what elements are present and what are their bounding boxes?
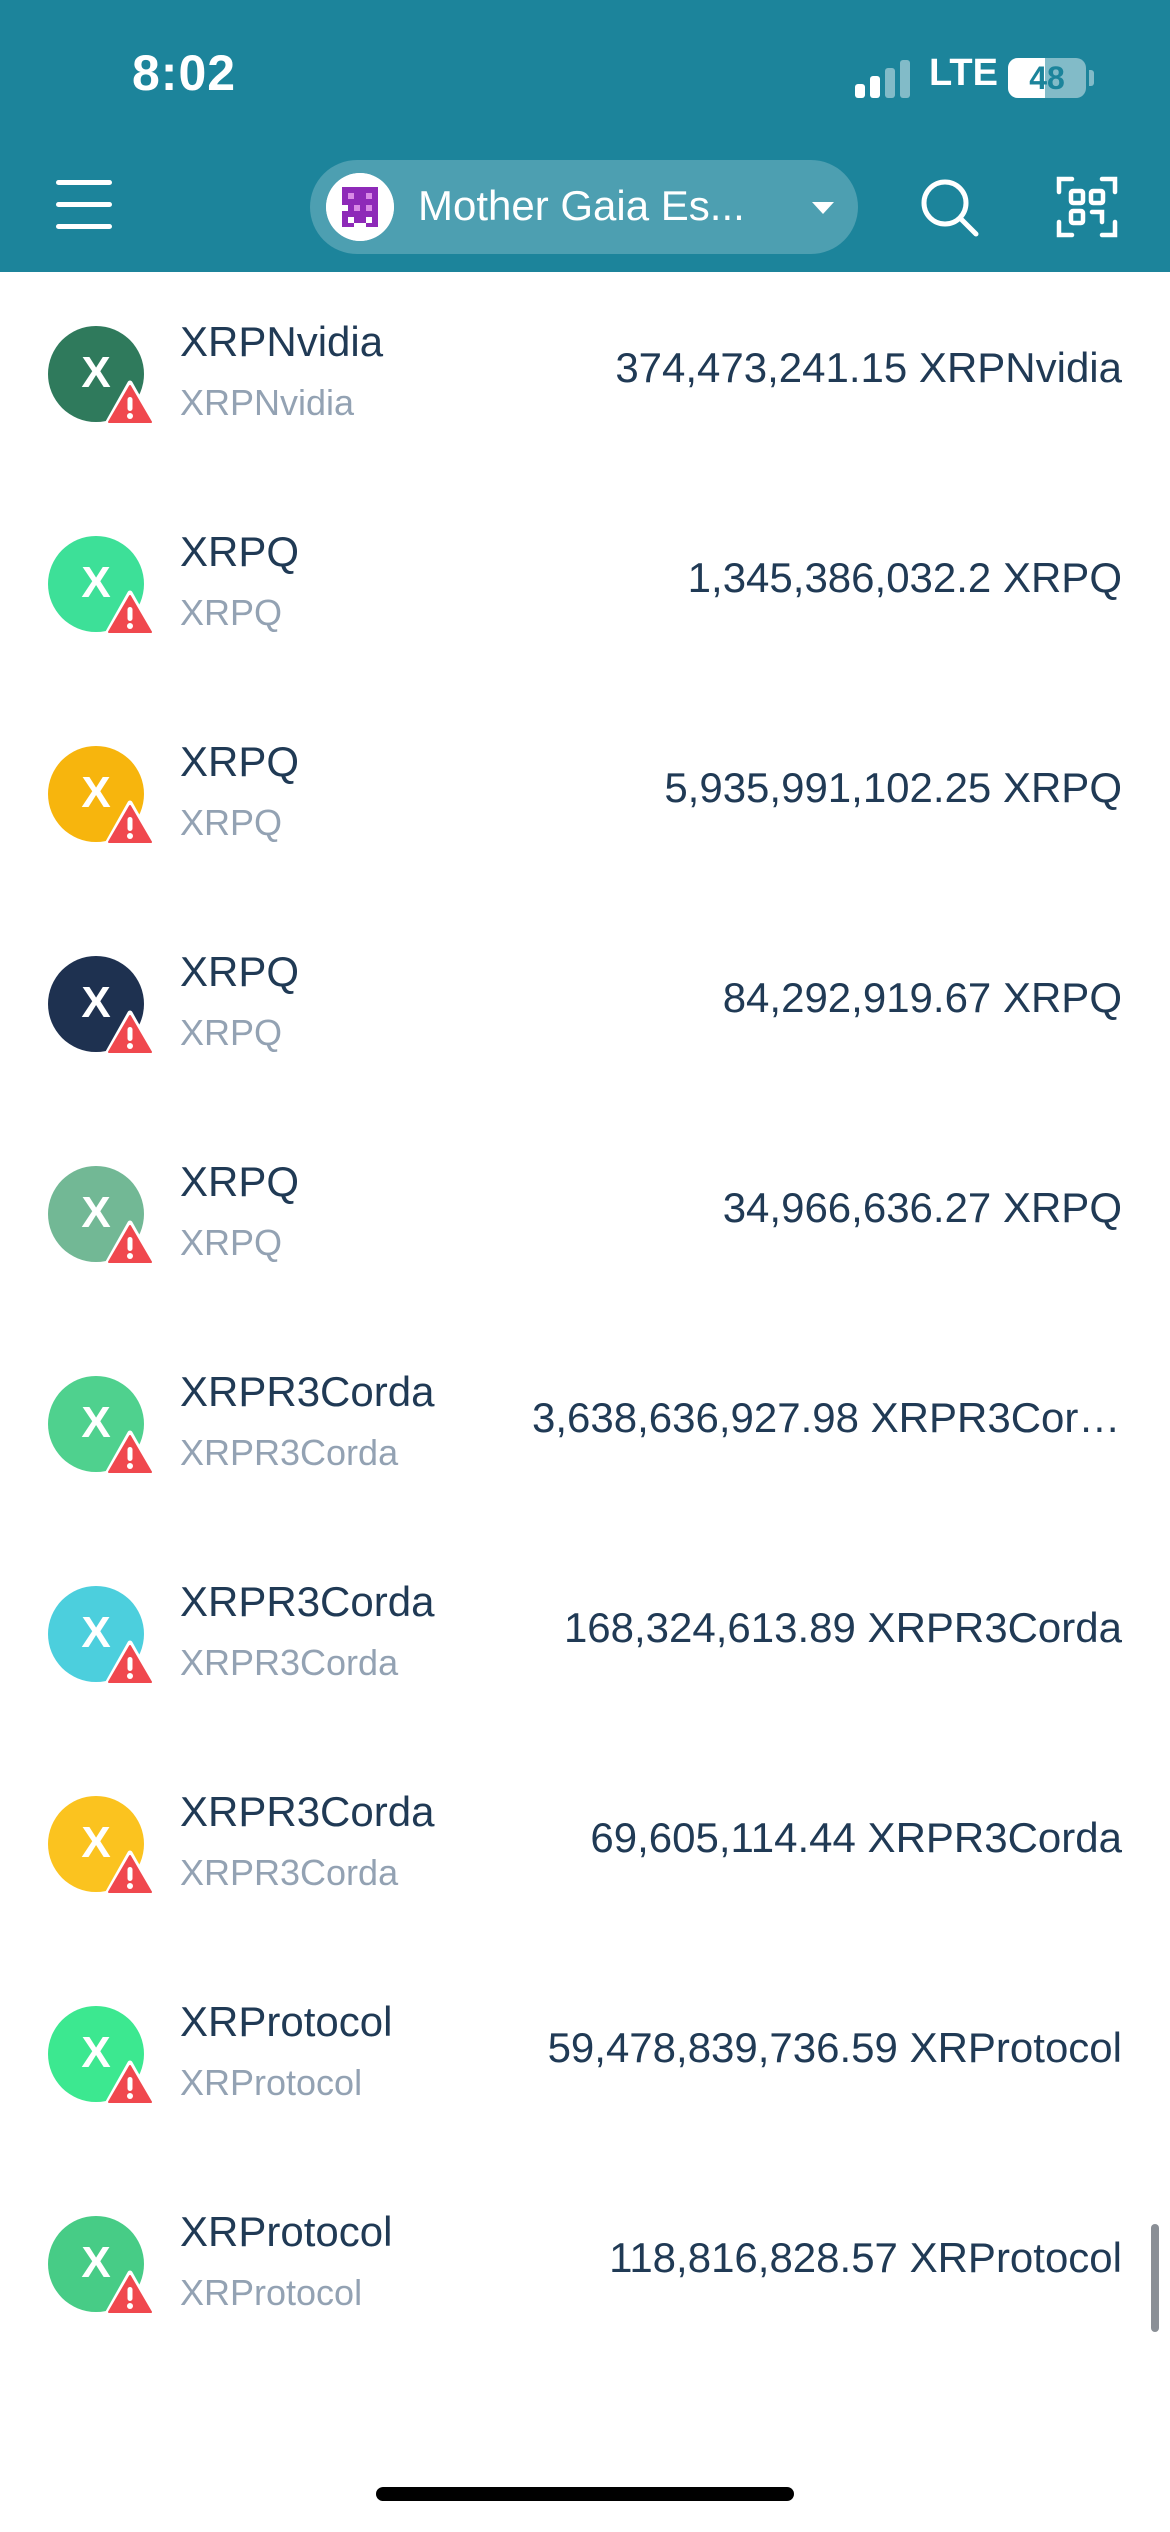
- token-balance: 59,478,839,736.59 XRProtocol: [547, 2024, 1122, 2071]
- token-balance: 69,605,114.44 XRPR3Corda: [590, 1814, 1122, 1861]
- token-balance: 1,345,386,032.2 XRPQ: [687, 554, 1122, 601]
- token-balance: 5,935,991,102.25 XRPQ: [664, 764, 1122, 811]
- menu-button[interactable]: [56, 180, 112, 230]
- token-row[interactable]: X XRPR3Corda XRPR3Corda 3,638,636,927.98 XR…: [0, 1322, 1170, 1532]
- token-row[interactable]: X XRProtocol XRProtocol 59,478,839,736.59 X…: [0, 1952, 1170, 2162]
- token-row[interactable]: X XRPNvidia XRPNvidia 374,473,241.15 XRPNvi…: [0, 272, 1170, 482]
- search-icon: [921, 179, 979, 237]
- token-symbol: XRProtocol: [180, 2272, 363, 2313]
- token-row[interactable]: X XRPQ XRPQ 34,966,636.27 XRPQ: [0, 1112, 1170, 1322]
- token-balance: 374,473,241.15 XRPNvidia: [615, 344, 1122, 391]
- token-symbol: XRPNvidia: [180, 382, 355, 423]
- wallet-screen: 8:02 LTE 48 Mother Gaia Es... X XRPNvidi…: [0, 0, 1170, 2532]
- warning-icon: [104, 1220, 156, 1267]
- warning-icon: [104, 1850, 156, 1897]
- token-symbol: XRPR3Corda: [180, 1642, 399, 1683]
- token-symbol: XRPQ: [180, 592, 283, 633]
- token-symbol: XRPR3Corda: [180, 1852, 399, 1893]
- qr-scan-button[interactable]: [1056, 176, 1118, 238]
- battery-tip: [1089, 70, 1094, 86]
- token-name: XRPQ: [180, 1158, 300, 1205]
- token-name: XRPQ: [180, 738, 300, 785]
- token-balance: 118,816,828.57 XRProtocol: [609, 2234, 1122, 2281]
- token-row[interactable]: X XRPQ XRPQ 1,345,386,032.2 XRPQ: [0, 482, 1170, 692]
- warning-icon: [104, 1430, 156, 1477]
- app-header: 8:02 LTE 48 Mother Gaia Es...: [0, 0, 1170, 272]
- scrollbar[interactable]: [1151, 2224, 1159, 2332]
- menu-icon: [56, 180, 112, 185]
- token-name: XRProtocol: [180, 2208, 393, 2255]
- token-balance: 84,292,919.67 XRPQ: [722, 974, 1122, 1021]
- token-name: XRProtocol: [180, 1998, 393, 2045]
- account-name: Mother Gaia Es...: [418, 182, 745, 229]
- token-symbol: XRPR3Corda: [180, 1432, 399, 1473]
- token-row[interactable]: X: [0, 2372, 1170, 2422]
- token-name: XRPR3Corda: [180, 1578, 435, 1625]
- warning-icon: [104, 2060, 156, 2107]
- cellular-signal-icon: [855, 58, 915, 98]
- token-balance: 3,638,636,927.98 XRPR3Corda: [532, 1394, 1122, 1441]
- warning-icon: [104, 800, 156, 847]
- token-name: XRPR3Corda: [180, 1788, 435, 1835]
- token-list[interactable]: X XRPNvidia XRPNvidia 374,473,241.15 XRPNvi…: [0, 272, 1170, 2422]
- search-button[interactable]: [918, 176, 980, 238]
- token-row[interactable]: X XRPR3Corda XRPR3Corda 69,605,114.44 XRPR3…: [0, 1742, 1170, 1952]
- token-row[interactable]: X XRPQ XRPQ 84,292,919.67 XRPQ: [0, 902, 1170, 1112]
- qr-scan-icon: [1056, 176, 1118, 238]
- home-indicator[interactable]: [376, 2487, 794, 2501]
- token-name: XRPQ: [180, 948, 300, 995]
- token-symbol: XRPQ: [180, 1012, 283, 1053]
- token-row[interactable]: X XRPR3Corda XRPR3Corda 168,324,613.89 XRPR…: [0, 1532, 1170, 1742]
- token-name: XRPR3Corda: [180, 1368, 435, 1415]
- network-type: LTE: [929, 52, 998, 94]
- status-time: 8:02: [132, 45, 237, 101]
- warning-icon: [104, 1640, 156, 1687]
- token-row[interactable]: X XRPQ XRPQ 5,935,991,102.25 XRPQ: [0, 692, 1170, 902]
- warning-icon: [104, 1010, 156, 1057]
- token-row[interactable]: X XRProtocol XRProtocol 118,816,828.57 XRPr…: [0, 2162, 1170, 2372]
- warning-icon: [104, 380, 156, 427]
- warning-icon: [104, 590, 156, 637]
- token-symbol: XRPQ: [180, 802, 283, 843]
- token-symbol: XRPQ: [180, 1222, 283, 1263]
- chevron-down-icon: [812, 202, 834, 214]
- warning-icon: [104, 2270, 156, 2317]
- token-name: XRPQ: [180, 528, 300, 575]
- token-balance: 168,324,613.89 XRPR3Corda: [563, 1604, 1122, 1651]
- account-selector[interactable]: Mother Gaia Es...: [310, 160, 858, 254]
- token-name: XRPNvidia: [180, 318, 384, 365]
- account-avatar: [326, 173, 394, 241]
- token-balance: 34,966,636.27 XRPQ: [722, 1184, 1122, 1231]
- token-symbol: XRProtocol: [180, 2062, 363, 2103]
- battery-level: 48: [1029, 60, 1065, 96]
- battery-icon: 48: [1008, 58, 1086, 98]
